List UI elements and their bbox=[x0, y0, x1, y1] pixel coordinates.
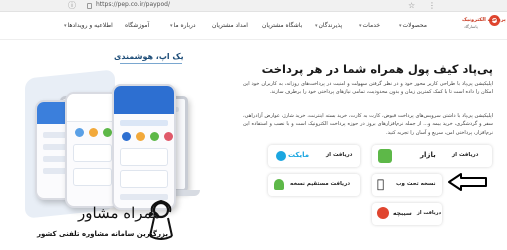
address-url[interactable]: https://pep.co.ir/paypod/ bbox=[96, 1, 170, 8]
nav-item-merchants[interactable]: پذیرندگان▾ bbox=[315, 22, 342, 29]
sibche-icon bbox=[377, 207, 389, 219]
direct-label: دریافت مستقیم نسخه bbox=[290, 181, 351, 187]
phone-chip bbox=[136, 132, 145, 141]
section-title: یک اپ، هوشمندی bbox=[114, 52, 184, 61]
nav-item-news-events[interactable]: اطلاعیه و رویدادها▾ bbox=[64, 22, 113, 29]
chevron-down-icon: ▾ bbox=[170, 23, 173, 29]
nav-item-label: پذیرندگان bbox=[318, 22, 343, 29]
page-headline: پی‌پاد کیف پول همراه شما در هر پرداخت bbox=[261, 62, 493, 76]
myket-brand: مایکت bbox=[288, 151, 310, 159]
main-navigation: محصولات▾ خدمات▾ پذیرندگان▾ باشگاه مشتریا… bbox=[0, 12, 507, 40]
watermark-subtitle: بزرگترین سامانه مشاوره تلفنی کشور bbox=[37, 230, 168, 238]
phone-bar bbox=[120, 120, 168, 126]
nav-item-about-us[interactable]: درباره ما▾ bbox=[170, 22, 196, 29]
sibche-brand: سیبچه bbox=[393, 210, 412, 217]
nav-item-label: امداد مشتریان bbox=[212, 22, 248, 29]
download-webapp-button[interactable]:  نسخه تحت وب bbox=[372, 174, 442, 196]
title-underline bbox=[120, 63, 182, 64]
nav-item-label: درباره ما bbox=[173, 22, 196, 29]
chevron-down-icon: ▾ bbox=[315, 23, 318, 29]
android-icon bbox=[274, 179, 284, 190]
services-paragraph: اپلیکیشن پی‌پاد با داشتن سرویس‌های پرداخ… bbox=[243, 113, 493, 136]
nav-item-products[interactable]: محصولات▾ bbox=[399, 22, 427, 29]
myket-icon bbox=[276, 151, 286, 161]
nav-item-customer-club[interactable]: باشگاه مشتریان bbox=[262, 22, 302, 29]
chevron-down-icon: ▾ bbox=[399, 23, 402, 29]
download-direct-button[interactable]: دریافت مستقیم نسخه bbox=[268, 174, 360, 196]
nav-item-label: باشگاه مشتریان bbox=[262, 22, 303, 29]
nav-item-services[interactable]: خدمات▾ bbox=[359, 22, 380, 29]
phone-card bbox=[120, 148, 168, 166]
bazaar-label: دریافت از bbox=[452, 152, 479, 158]
phone-chip bbox=[122, 132, 131, 141]
bazaar-brand: بازار bbox=[420, 151, 436, 159]
logo-subtext: پاسارگاد bbox=[464, 24, 478, 29]
phone-card bbox=[120, 170, 168, 188]
nav-item-label: اطلاعیه و رویدادها bbox=[67, 22, 113, 29]
phone-chip bbox=[103, 128, 112, 137]
intro-paragraph: اپلیکیشن پی‌پاد با طراحی کاربر محور خود … bbox=[243, 81, 493, 96]
bookmark-star-icon[interactable]: ☆ bbox=[408, 1, 415, 11]
menu-dots-icon[interactable]: ⋮ bbox=[428, 1, 436, 11]
phone-header bbox=[114, 86, 174, 114]
download-bazaar-button[interactable]: بازار دریافت از bbox=[372, 145, 492, 167]
lock-icon bbox=[87, 3, 92, 9]
download-sibche-button[interactable]: سیبچه دریافت از bbox=[372, 203, 442, 225]
phone-mockup-front bbox=[112, 84, 176, 210]
info-icon[interactable]: ⓘ bbox=[68, 1, 76, 11]
annotation-arrow-icon bbox=[448, 173, 487, 191]
nav-item-academy[interactable]: آموزشگاه bbox=[125, 22, 149, 29]
myket-label: دریافت از bbox=[326, 152, 353, 158]
phone-chip bbox=[164, 132, 173, 141]
chevron-down-icon: ▾ bbox=[359, 23, 362, 29]
nav-item-label: محصولات bbox=[402, 22, 427, 29]
nav-item-customer-support[interactable]: امداد مشتریان bbox=[212, 22, 248, 29]
chevron-down-icon: ▾ bbox=[64, 23, 67, 29]
phone-chip bbox=[150, 132, 159, 141]
sibche-label: دریافت از bbox=[417, 210, 442, 216]
phone-chip bbox=[75, 128, 84, 137]
phone-card bbox=[73, 168, 112, 186]
browser-address-bar[interactable]: ⓘ https://pep.co.ir/paypod/ ☆ ⋮ bbox=[0, 0, 507, 12]
watermark-title: همراه مشاور bbox=[78, 204, 161, 222]
apple-icon:  bbox=[377, 177, 391, 191]
nav-item-label: خدمات bbox=[362, 22, 381, 29]
bazaar-icon bbox=[378, 149, 392, 163]
download-myket-button[interactable]: مایکت دریافت از bbox=[268, 145, 360, 167]
webapp-label: نسخه تحت وب bbox=[396, 181, 436, 187]
phone-card bbox=[73, 144, 112, 162]
logo-text: پرداخت الکترونیک bbox=[462, 17, 506, 23]
nav-item-label: آموزشگاه bbox=[125, 22, 150, 29]
phone-header bbox=[67, 94, 118, 122]
site-logo[interactable]: پرداخت الکترونیک پاسارگاد bbox=[462, 14, 506, 38]
phone-chip bbox=[89, 128, 98, 137]
watermark: همراه مشاور بزرگترین سامانه مشاوره تلفنی… bbox=[0, 196, 215, 250]
